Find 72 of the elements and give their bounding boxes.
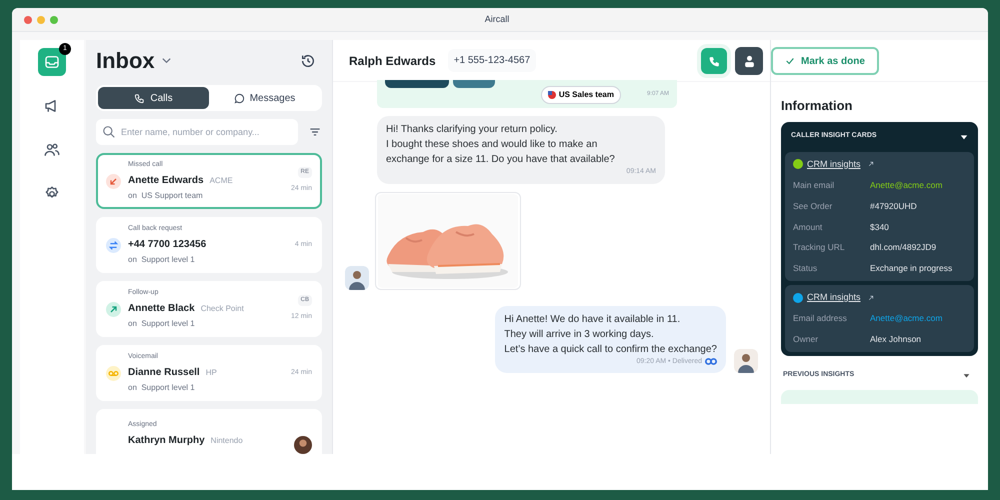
tag-chip	[453, 80, 495, 88]
inbox-icon	[43, 53, 61, 71]
field-label: Main email	[793, 179, 836, 192]
field-value: Exchange in progress	[870, 262, 952, 275]
people-icon	[43, 141, 61, 159]
field-value: Anette@acme.com	[870, 312, 942, 325]
field-value: dhl.com/4892JD9	[870, 241, 936, 254]
message-text: exchange for a size 11. Do you have that available?	[386, 153, 616, 167]
call-button[interactable]	[701, 48, 727, 74]
message-text: Hi! Thanks clarifying your return policy.	[386, 123, 558, 137]
caller-name: Annette Black	[128, 302, 195, 316]
company-name: Nintendo	[210, 434, 243, 447]
external-link-icon	[868, 294, 874, 300]
window-title: Aircall	[484, 12, 510, 26]
search-field[interactable]: Enter name, number or company...	[96, 119, 298, 145]
mark-done-button[interactable]: Mark as done	[771, 47, 879, 75]
missed-call-icon	[106, 174, 121, 188]
team-label: on US Support team	[128, 190, 204, 202]
tab[interactable]: Calls	[98, 87, 209, 109]
field-value: #47920UHD	[870, 200, 917, 212]
inbox-title: Inbox	[96, 47, 155, 75]
nav-button[interactable]	[38, 48, 66, 76]
voicemail-icon	[106, 366, 121, 380]
external-link-icon	[868, 161, 874, 168]
flag-icon	[548, 91, 556, 99]
field-label: Email address	[793, 312, 848, 325]
message-text: Hi Anette! We do have it available in 11.	[504, 312, 682, 326]
field-label: See Order	[793, 200, 834, 212]
contact-button[interactable]	[735, 47, 763, 75]
tag-chip	[385, 80, 449, 88]
chat-bubble-icon	[234, 92, 245, 104]
message-text: Let’s have a quick call to confirm the exchange?	[504, 342, 717, 356]
team-label: on Support level 1	[128, 318, 196, 330]
contact-name: Ralph Edwards	[349, 52, 436, 70]
crm-link[interactable]: CRM insights	[807, 290, 861, 304]
field-value: Anette@acme.com	[870, 179, 942, 192]
team-chip[interactable]: US Sales team	[540, 86, 621, 104]
phone-icon	[708, 54, 720, 68]
message-text: They will arrive in 3 working days.	[504, 328, 655, 342]
history-icon[interactable]	[300, 52, 316, 68]
caller-name: Anette Edwards	[128, 174, 204, 188]
caret-icon[interactable]	[963, 372, 970, 378]
field-value: $340	[870, 220, 889, 234]
avatar	[294, 436, 312, 454]
team-label: on Support level 1	[128, 254, 196, 266]
company-name: HP	[206, 366, 217, 379]
chevron-down-icon[interactable]	[160, 55, 172, 66]
team-label: on Support level 1	[128, 382, 196, 394]
field-label: Amount	[793, 220, 824, 234]
swap-arrows-icon	[106, 238, 121, 252]
crm-link[interactable]: CRM insights	[807, 158, 861, 171]
message-text: I bought these shoes and would like to make an	[386, 138, 598, 152]
caller-name: Dianne Russell	[128, 366, 200, 380]
caret-icon[interactable]	[960, 132, 968, 140]
phone-number: +1 555-123-4567	[448, 49, 536, 72]
field-label: Owner	[793, 333, 820, 346]
check-icon	[785, 56, 795, 66]
field-value: Alex Johnson	[870, 333, 922, 346]
field-label: Status	[793, 262, 818, 275]
avatar	[345, 266, 369, 290]
arrow-up-right-icon	[106, 302, 121, 316]
company-name: ACME	[210, 174, 233, 187]
section-title: Information	[781, 97, 854, 115]
field-label: Tracking URL	[793, 241, 846, 254]
delivered-icon	[705, 358, 717, 366]
search-icon	[102, 125, 116, 139]
phone-icon	[134, 92, 146, 104]
company-name: Check Point	[200, 302, 244, 315]
avatar	[734, 349, 758, 373]
tab[interactable]: Messages	[209, 87, 320, 109]
caller-name: +44 7700 123456	[128, 238, 206, 252]
caller-name: Kathryn Murphy	[128, 434, 205, 448]
